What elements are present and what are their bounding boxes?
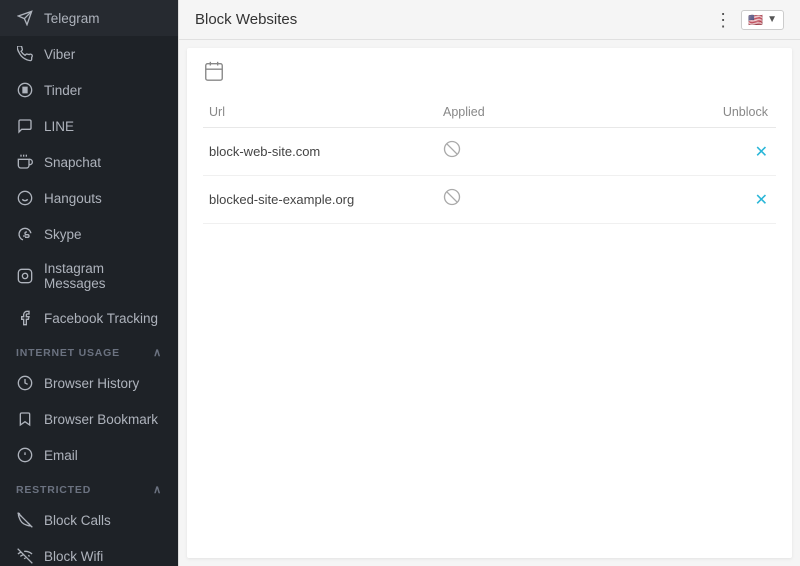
sidebar-item-label: Tinder	[44, 83, 82, 98]
sidebar-item-skype[interactable]: Skype	[0, 216, 178, 252]
unblock-x-icon[interactable]: ✕	[755, 192, 768, 209]
col-header-unblock: Unblock	[643, 105, 776, 119]
table-header: Url Applied Unblock	[203, 97, 776, 128]
row-unblock-button[interactable]: ✕	[643, 190, 776, 210]
sidebar-item-label: Browser Bookmark	[44, 412, 158, 427]
sidebar-item-label: Telegram	[44, 11, 100, 26]
sidebar-item-label: Block Calls	[44, 513, 111, 528]
sidebar-item-label: Instagram Messages	[44, 261, 162, 291]
row-applied-icon	[443, 188, 643, 211]
more-options-button[interactable]: ⋮	[714, 11, 733, 29]
sidebar-item-snapchat[interactable]: Snapchat	[0, 144, 178, 180]
tinder-icon	[16, 81, 34, 99]
hangouts-icon	[16, 189, 34, 207]
table-row: block-web-site.com ✕	[203, 128, 776, 176]
facebook-icon	[16, 309, 34, 327]
sidebar-item-label: Email	[44, 448, 78, 463]
sidebar-item-email[interactable]: Email	[0, 437, 178, 473]
sidebar-item-block-calls[interactable]: Block Calls	[0, 502, 178, 538]
bookmark-icon	[16, 410, 34, 428]
col-header-applied: Applied	[443, 105, 643, 119]
sidebar-item-hangouts[interactable]: Hangouts	[0, 180, 178, 216]
chevron-icon: ∧	[153, 346, 162, 359]
phone-slash-icon	[16, 511, 34, 529]
main-content: Url Applied Unblock block-web-site.com ✕…	[187, 48, 792, 558]
chevron-icon: ∧	[153, 483, 162, 496]
header-actions: ⋮ 🇺🇸 ▼	[714, 10, 784, 30]
row-applied-icon	[443, 140, 643, 163]
main-panel: Block Websites ⋮ 🇺🇸 ▼ Url Applied Unbloc…	[178, 0, 800, 566]
row-url: blocked-site-example.org	[203, 192, 443, 207]
viber-icon	[16, 45, 34, 63]
sidebar-item-label: Block Wifi	[44, 549, 103, 564]
page-title: Block Websites	[195, 11, 297, 28]
sidebar-item-label: Viber	[44, 47, 75, 62]
calendar-icon	[203, 60, 225, 82]
col-header-url: Url	[203, 105, 443, 119]
sidebar-item-instagram[interactable]: Instagram Messages	[0, 252, 178, 300]
instagram-icon	[16, 267, 34, 285]
row-unblock-button[interactable]: ✕	[643, 142, 776, 162]
sidebar-item-facebook[interactable]: Facebook Tracking	[0, 300, 178, 336]
sidebar-item-browser-bookmark[interactable]: Browser Bookmark	[0, 401, 178, 437]
sidebar-item-block-wifi[interactable]: Block Wifi	[0, 538, 178, 566]
main-header: Block Websites ⋮ 🇺🇸 ▼	[179, 0, 800, 40]
sidebar-item-browser-history[interactable]: Browser History	[0, 365, 178, 401]
line-icon	[16, 117, 34, 135]
sidebar-item-label: Hangouts	[44, 191, 102, 206]
sidebar-item-label: LINE	[44, 119, 74, 134]
sidebar-item-label: Snapchat	[44, 155, 101, 170]
skype-icon	[16, 225, 34, 243]
chevron-down-icon: ▼	[767, 14, 777, 25]
telegram-icon	[16, 9, 34, 27]
sidebar-item-telegram[interactable]: Telegram	[0, 0, 178, 36]
table-row: blocked-site-example.org ✕	[203, 176, 776, 224]
sidebar-item-line[interactable]: LINE	[0, 108, 178, 144]
section-internet-usage: Internet Usage ∧	[0, 336, 178, 365]
sidebar-item-viber[interactable]: Viber	[0, 36, 178, 72]
flag-icon: 🇺🇸	[748, 13, 763, 27]
snapchat-icon	[16, 153, 34, 171]
calendar-icon-wrap	[203, 60, 776, 87]
wifi-slash-icon	[16, 547, 34, 565]
row-url: block-web-site.com	[203, 144, 443, 159]
clock-icon	[16, 374, 34, 392]
email-icon	[16, 446, 34, 464]
section-restricted: Restricted ∧	[0, 473, 178, 502]
sidebar-item-label: Browser History	[44, 376, 139, 391]
language-selector[interactable]: 🇺🇸 ▼	[741, 10, 784, 30]
sidebar-item-label: Facebook Tracking	[44, 311, 158, 326]
unblock-x-icon[interactable]: ✕	[755, 144, 768, 161]
sidebar-item-tinder[interactable]: Tinder	[0, 72, 178, 108]
sidebar-item-label: Skype	[44, 227, 82, 242]
